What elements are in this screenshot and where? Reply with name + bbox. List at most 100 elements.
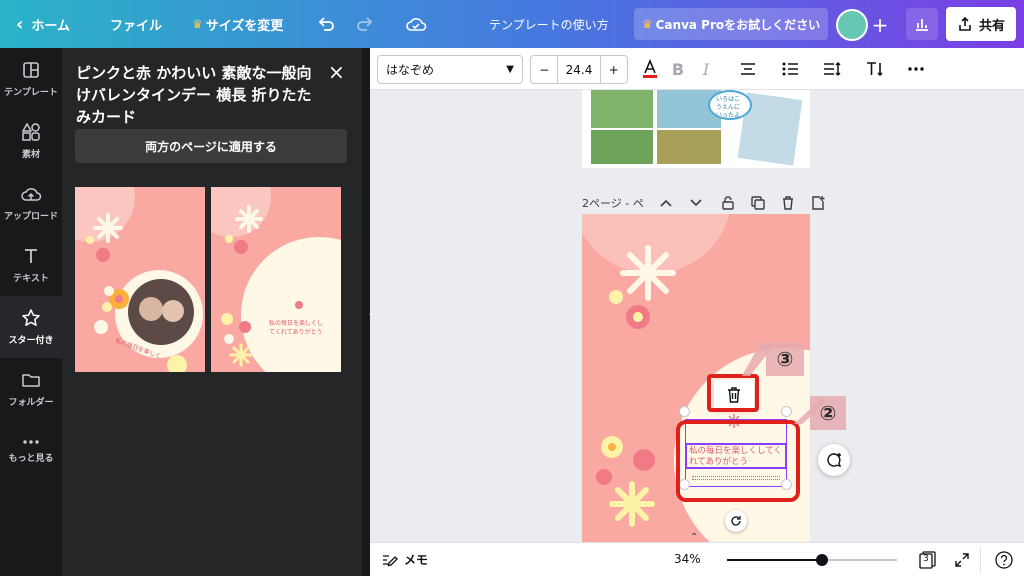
- spacing-button[interactable]: [818, 55, 846, 83]
- cloud-save-button[interactable]: [405, 0, 427, 48]
- vertical-text-icon: [867, 62, 883, 77]
- sidebar-item-label: 素材: [21, 150, 40, 160]
- font-size-stepper[interactable]: − 24.4 +: [530, 55, 628, 84]
- close-icon[interactable]: ×: [328, 62, 345, 82]
- photo[interactable]: [591, 130, 653, 164]
- try-pro-button[interactable]: ♛ Canva Proをお試しください: [634, 8, 828, 40]
- vertical-text-button[interactable]: [860, 55, 888, 83]
- show-pages-handle[interactable]: ⌃: [690, 532, 698, 542]
- more-icon: [908, 67, 924, 71]
- thumbnail-text-line: てくれてありがとう: [269, 329, 323, 336]
- page-count-button[interactable]: 3: [918, 550, 938, 570]
- align-button[interactable]: [734, 55, 762, 83]
- list-button[interactable]: [776, 55, 804, 83]
- help-icon: [995, 551, 1013, 569]
- align-center-icon: [741, 63, 755, 75]
- panel-title: ピンクと赤 かわいい 素敵な一般向けバレンタインデー 横長 折りたたみカード: [76, 64, 312, 126]
- crown-icon: ♛: [192, 17, 203, 31]
- top-bar: ‹ ホーム ファイル ♛ サイズを変更 テンプレートの使い方 ♛ Canva P…: [0, 0, 1024, 48]
- cloud-check-icon: [406, 18, 427, 31]
- home-button[interactable]: ‹ ホーム: [16, 0, 70, 48]
- insights-button[interactable]: [906, 8, 938, 40]
- resize-button[interactable]: ♛ サイズを変更: [192, 0, 283, 48]
- page-controls: 2ページ - ペ: [582, 193, 825, 213]
- callout-2: ②: [810, 396, 846, 430]
- chevron-down-icon: ▼: [506, 64, 514, 75]
- sidebar-item-label: テンプレート: [4, 88, 58, 98]
- font-size-input[interactable]: 24.4: [558, 56, 599, 83]
- duplicate-icon[interactable]: [748, 193, 768, 213]
- sidebar-item-label: テキスト: [13, 274, 49, 284]
- sidebar-item-label: フォルダー: [8, 398, 54, 408]
- lock-icon[interactable]: [718, 193, 738, 213]
- add-comment-button[interactable]: [818, 444, 850, 476]
- apply-both-pages-button[interactable]: 両方のページに適用する: [75, 129, 347, 163]
- notes-button[interactable]: メモ: [382, 551, 428, 568]
- template-page-thumbnail[interactable]: 私の毎日を楽しくし てくれてありがとう: [211, 187, 341, 372]
- italic-icon: I: [702, 59, 710, 79]
- fullscreen-button[interactable]: [952, 550, 972, 570]
- text-color-button[interactable]: [636, 55, 664, 83]
- template-page-thumbnail[interactable]: 私の毎日を楽しく: [75, 187, 205, 372]
- font-name: はなぞめ: [386, 63, 435, 77]
- sparkle-decoration[interactable]: [620, 245, 676, 301]
- file-menu-button[interactable]: ファイル: [110, 0, 162, 48]
- upload-share-icon: [959, 16, 971, 31]
- resize-handle[interactable]: [679, 406, 690, 417]
- template-usage-link[interactable]: テンプレートの使い方: [489, 0, 609, 48]
- help-button[interactable]: [994, 550, 1014, 570]
- decrease-size-button[interactable]: −: [531, 56, 559, 83]
- thumbnail-art: [211, 187, 341, 372]
- annotation-highlight-text: [676, 420, 800, 502]
- line-spacing-icon: [824, 61, 841, 77]
- redo-button[interactable]: [355, 0, 375, 48]
- page-1[interactable]: いろはこうえんにいったよ: [582, 90, 810, 168]
- undo-button[interactable]: [316, 0, 336, 48]
- photo[interactable]: [657, 130, 721, 164]
- pro-label: Canva Proをお試しください: [655, 17, 821, 32]
- chevron-down-icon[interactable]: [686, 193, 706, 213]
- resize-handle[interactable]: [781, 406, 792, 417]
- sidebar-item-text[interactable]: テキスト: [0, 234, 62, 296]
- share-button[interactable]: 共有: [946, 7, 1016, 41]
- font-family-select[interactable]: はなぞめ ▼: [377, 55, 523, 84]
- italic-button[interactable]: I: [692, 55, 720, 83]
- sidebar-item-starred[interactable]: スター付き: [0, 296, 62, 358]
- file-label: ファイル: [110, 18, 163, 34]
- template-detail-panel: ピンクと赤 かわいい 素敵な一般向けバレンタインデー 横長 折りたたみカード ×…: [62, 48, 362, 576]
- more-options-button[interactable]: [902, 55, 930, 83]
- template-icon: [23, 62, 39, 78]
- sidebar-item-more[interactable]: もっと見る: [0, 420, 62, 482]
- redo-icon: [357, 17, 373, 31]
- plus-icon: +: [871, 13, 889, 37]
- sidebar-item-templates[interactable]: テンプレート: [0, 48, 62, 110]
- photo[interactable]: [591, 90, 653, 128]
- bar-chart-icon: [916, 19, 928, 31]
- add-page-icon[interactable]: [808, 193, 828, 213]
- chevron-up-icon[interactable]: [656, 193, 676, 213]
- text-color-icon: [643, 59, 657, 78]
- zoom-level[interactable]: 34%: [674, 552, 701, 566]
- avatar[interactable]: [836, 9, 868, 41]
- rotate-handle[interactable]: [725, 510, 747, 532]
- folder-icon: [22, 374, 40, 387]
- sidebar-item-uploads[interactable]: アップロード: [0, 172, 62, 234]
- sidebar-item-elements[interactable]: 素材: [0, 110, 62, 172]
- zoom-slider-knob[interactable]: [816, 554, 828, 566]
- more-icon: [23, 440, 39, 444]
- design-canvas: いろはこうえんにいったよ 2ページ - ペ 私の毎日を楽しくしてくれてありがとう…: [370, 90, 1024, 542]
- sidebar-item-label: アップロード: [3, 212, 58, 222]
- zoom-slider[interactable]: [727, 554, 897, 566]
- add-collaborator-button[interactable]: +: [868, 13, 892, 37]
- chevron-left-icon: ‹: [16, 13, 24, 35]
- increase-size-button[interactable]: +: [599, 56, 627, 83]
- page-label[interactable]: 2ページ - ペ: [582, 195, 644, 211]
- bottom-bar: メモ 34% 3: [370, 542, 1024, 576]
- trash-icon[interactable]: [778, 193, 798, 213]
- upload-icon: [21, 188, 42, 201]
- bold-icon: B: [671, 59, 685, 79]
- bold-button[interactable]: B: [664, 55, 692, 83]
- sidebar-item-folders[interactable]: フォルダー: [0, 358, 62, 420]
- speech-bubble[interactable]: いろはこうえんにいったよ: [708, 90, 752, 120]
- home-label: ホーム: [31, 18, 71, 34]
